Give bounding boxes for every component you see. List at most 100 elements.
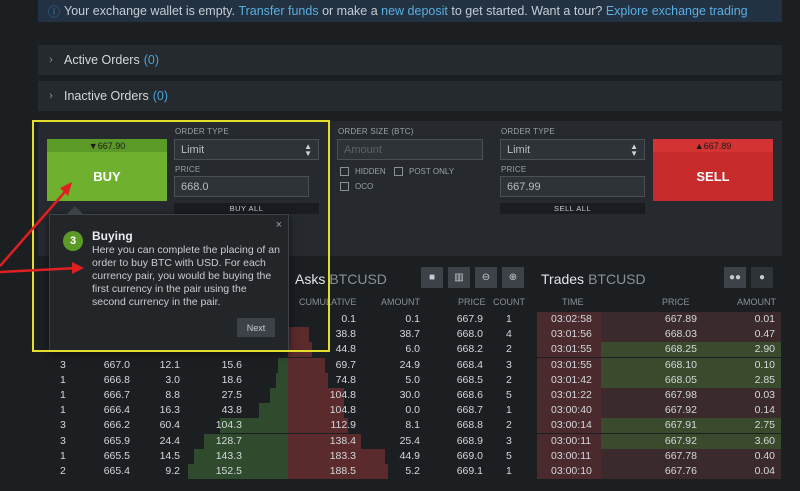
ask-price: 669.0 xyxy=(456,449,483,462)
trade-row[interactable]: 03:00:11 667.92 3.60 xyxy=(537,433,781,449)
ask-count: 1 xyxy=(506,313,512,325)
order-book-row[interactable]: 1 665.5 14.5 143.3 183.3 44.9 669.0 5 xyxy=(38,448,526,465)
trade-row[interactable]: 03:00:40 667.92 0.14 xyxy=(537,403,781,419)
explore-trading-link[interactable]: Explore exchange trading xyxy=(606,4,748,18)
inactive-orders-panel[interactable]: › Inactive Orders (0) xyxy=(38,81,782,111)
trade-row[interactable]: 03:00:14 667.91 2.75 xyxy=(537,418,781,434)
asks-pair: BTCUSD xyxy=(329,271,387,287)
order-book-row[interactable]: 1 666.8 3.0 18.6 74.8 5.0 668.5 2 xyxy=(38,372,526,389)
ask-cumulative: 112.9 xyxy=(330,419,357,432)
trade-time: 03:00:10 xyxy=(537,464,601,479)
ask-price: 668.2 xyxy=(456,343,483,356)
trade-amount: 2.90 xyxy=(754,343,775,356)
order-book-row[interactable]: 2 665.4 9.2 152.5 188.5 5.2 669.1 1 xyxy=(38,464,526,480)
bid-count: 1 xyxy=(60,373,66,386)
ask-depth-bar xyxy=(288,372,328,388)
ask-price: 668.8 xyxy=(456,419,483,432)
ask-count: 5 xyxy=(506,449,512,462)
order-book-row[interactable]: 3 665.9 24.4 128.7 138.4 25.4 668.9 3 xyxy=(38,433,526,450)
sell-label: SELL xyxy=(653,152,773,201)
ask-price: 669.1 xyxy=(456,465,483,477)
trade-row[interactable]: 03:01:55 668.25 2.90 xyxy=(537,342,781,358)
tour-step-badge: 3 xyxy=(63,231,83,251)
active-orders-panel[interactable]: › Active Orders (0) xyxy=(38,45,782,75)
order-book-row[interactable]: 3 666.2 60.4 104.3 112.9 8.1 668.8 2 xyxy=(38,418,526,434)
sell-button[interactable]: ▲667.89 SELL xyxy=(653,139,773,201)
bid-amount: 60.4 xyxy=(159,419,180,432)
tour-text: Here you can complete the placing of an … xyxy=(92,244,280,308)
buy-label: BUY xyxy=(47,152,167,201)
users-icon[interactable]: ●● xyxy=(724,267,746,288)
buy-price-input[interactable]: 668.0 xyxy=(174,176,309,197)
trade-time: 03:00:11 xyxy=(537,448,601,464)
trade-amount: 2.85 xyxy=(754,373,775,386)
trade-time: 03:00:11 xyxy=(537,433,601,449)
bid-cumulative: 128.7 xyxy=(215,434,242,447)
amount-input[interactable]: Amount xyxy=(337,139,483,160)
post-only-checkbox[interactable]: POST ONLY xyxy=(394,167,454,176)
info-icon: ⓘ xyxy=(48,4,61,19)
asks-title: Asks xyxy=(295,271,326,287)
wallet-notice: ⓘ Your exchange wallet is empty. Transfe… xyxy=(38,0,782,22)
close-icon[interactable]: × xyxy=(276,219,282,231)
trade-amount: 0.10 xyxy=(754,358,775,371)
order-book-row[interactable]: 3 667.0 12.1 15.6 69.7 24.9 668.4 3 xyxy=(38,357,526,374)
buy-order-type-select[interactable]: Limit ▲ ▼ xyxy=(174,139,319,160)
zoom-in-icon[interactable]: ⊕ xyxy=(502,267,524,288)
ask-price: 668.4 xyxy=(456,358,483,371)
buy-all-button[interactable]: BUY ALL xyxy=(174,203,319,214)
video-icon[interactable]: ■ xyxy=(421,267,443,288)
trade-price: 667.78 xyxy=(664,449,697,462)
order-book-row[interactable]: 1 666.7 8.8 27.5 104.8 30.0 668.6 5 xyxy=(38,388,526,404)
trade-time: 03:00:14 xyxy=(537,418,601,434)
ask-count: 4 xyxy=(506,328,512,341)
trade-row[interactable]: 03:01:22 667.98 0.03 xyxy=(537,388,781,403)
ask-count: 2 xyxy=(506,419,512,432)
trades-title: Trades xyxy=(541,271,585,287)
bid-cumulative: 15.6 xyxy=(221,358,242,371)
trade-row[interactable]: 03:02:58 667.89 0.01 xyxy=(537,312,781,327)
oco-label: OCO xyxy=(355,182,374,191)
sell-order-type-label: ORDER TYPE xyxy=(501,127,555,136)
columns-icon[interactable]: ▥ xyxy=(448,267,470,288)
bid-count: 3 xyxy=(60,434,66,447)
user-icon[interactable]: ● xyxy=(751,267,773,288)
ask-cumulative: 38.8 xyxy=(335,328,356,341)
oco-checkbox[interactable]: OCO xyxy=(340,182,373,191)
trade-row[interactable]: 03:00:10 667.76 0.04 xyxy=(537,464,781,479)
trade-amount: 3.60 xyxy=(754,434,775,447)
chevron-right-icon: › xyxy=(49,54,53,66)
bid-depth-bar xyxy=(259,403,288,419)
inactive-orders-count: (0) xyxy=(152,89,169,103)
ask-cumulative: 104.8 xyxy=(329,389,356,401)
buy-order-type-label: ORDER TYPE xyxy=(175,127,229,136)
sell-all-button[interactable]: SELL ALL xyxy=(500,203,645,214)
hidden-checkbox[interactable]: HIDDEN xyxy=(340,167,386,176)
ask-depth-bar xyxy=(288,327,309,343)
transfer-funds-link[interactable]: Transfer funds xyxy=(238,4,318,18)
new-deposit-link[interactable]: new deposit xyxy=(381,4,448,18)
ask-amount: 8.1 xyxy=(405,419,420,432)
ask-price: 668.0 xyxy=(456,328,483,341)
sell-order-type-select[interactable]: Limit ▲ ▼ xyxy=(500,139,645,160)
trade-row[interactable]: 03:01:55 668.10 0.10 xyxy=(537,357,781,373)
trade-row[interactable]: 03:01:56 668.03 0.47 xyxy=(537,327,781,343)
trades-amount-header: AMOUNT xyxy=(737,297,776,307)
trade-row[interactable]: 03:00:11 667.78 0.40 xyxy=(537,448,781,464)
bid-depth-bar xyxy=(269,388,288,403)
ask-cumulative: 69.7 xyxy=(335,358,356,371)
bid-depth-bar xyxy=(277,357,288,373)
trade-price: 667.92 xyxy=(664,404,697,417)
ask-amount: 0.0 xyxy=(405,404,420,417)
order-book-row[interactable]: 1 666.4 16.3 43.8 104.8 0.0 668.7 1 xyxy=(38,403,526,419)
zoom-out-icon[interactable]: ⊖ xyxy=(475,267,497,288)
buy-button[interactable]: ▼667.90 BUY xyxy=(47,139,167,201)
tooltip-caret xyxy=(66,206,84,215)
bid-cumulative: 143.3 xyxy=(215,449,242,462)
tour-next-button[interactable]: Next xyxy=(237,318,275,337)
sell-price-input[interactable]: 667.99 xyxy=(500,176,645,197)
trade-row[interactable]: 03:01:42 668.05 2.85 xyxy=(537,372,781,388)
bid-amount: 24.4 xyxy=(159,434,180,447)
asks-cumulative-header: CUMULATIVE xyxy=(299,297,357,307)
trade-time: 03:00:40 xyxy=(537,403,601,419)
